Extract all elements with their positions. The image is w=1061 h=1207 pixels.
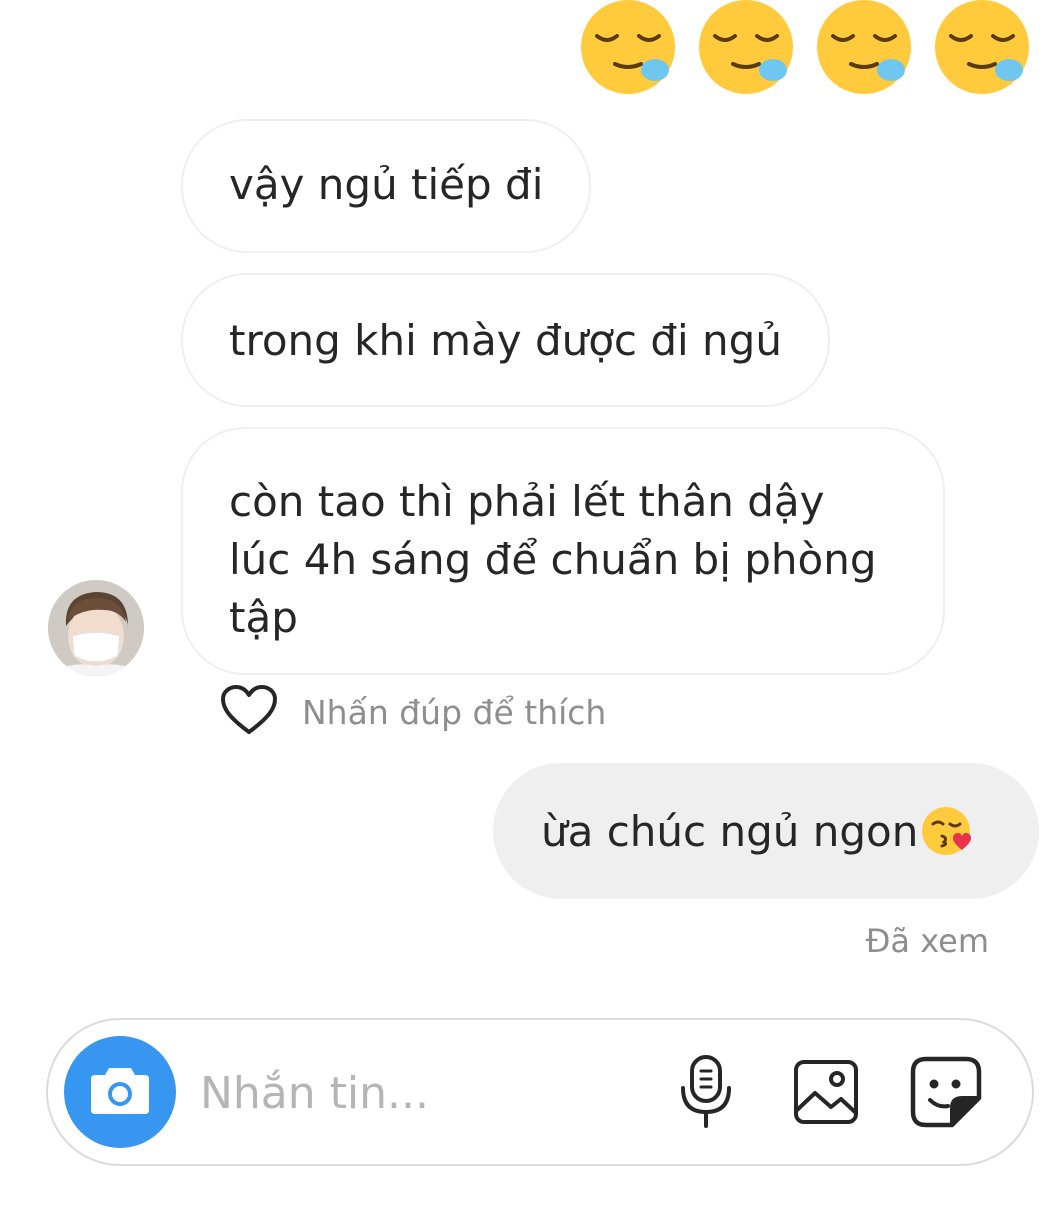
message-input[interactable] bbox=[198, 1056, 642, 1130]
sleepy-face-emoji[interactable] bbox=[933, 0, 1031, 94]
message-text: vậy ngủ tiếp đi bbox=[229, 160, 544, 209]
message-composer bbox=[46, 1018, 1034, 1166]
microphone-icon bbox=[678, 1054, 734, 1134]
camera-icon bbox=[89, 1064, 151, 1120]
message-text: trong khi mày được đi ngủ bbox=[229, 316, 782, 365]
incoming-message-bubble[interactable]: vậy ngủ tiếp đi bbox=[181, 119, 592, 253]
camera-button[interactable] bbox=[64, 1036, 176, 1148]
microphone-button[interactable] bbox=[668, 1054, 744, 1134]
sender-avatar[interactable] bbox=[48, 580, 144, 676]
sleepy-face-emoji[interactable] bbox=[815, 0, 913, 94]
sleepy-face-emoji[interactable] bbox=[697, 0, 795, 94]
message-text-line: tập bbox=[229, 593, 298, 642]
gallery-icon bbox=[793, 1059, 859, 1129]
incoming-message-bubble[interactable]: còn tao thì phải lết thân dậy lúc 4h sán… bbox=[181, 427, 945, 675]
heart-icon[interactable] bbox=[220, 684, 278, 740]
sleepy-face-emoji[interactable] bbox=[579, 0, 677, 94]
seen-status: Đã xem bbox=[865, 922, 989, 960]
gallery-button[interactable] bbox=[788, 1056, 864, 1132]
sticker-button[interactable] bbox=[908, 1056, 984, 1132]
like-hint-text: Nhấn đúp để thích bbox=[302, 692, 607, 732]
face-blowing-kiss-emoji bbox=[920, 804, 974, 858]
sleepy-emoji-row bbox=[579, 0, 1031, 94]
message-text: ừa chúc ngủ ngon bbox=[541, 806, 919, 856]
message-text-line: lúc 4h sáng để chuẩn bị phòng bbox=[229, 535, 877, 584]
double-tap-like-hint: Nhấn đúp để thích bbox=[220, 684, 606, 740]
sticker-icon bbox=[910, 1056, 982, 1132]
incoming-message-bubble[interactable]: trong khi mày được đi ngủ bbox=[181, 273, 830, 407]
outgoing-message-bubble[interactable]: ừa chúc ngủ ngon bbox=[493, 763, 1039, 899]
message-text-line: còn tao thì phải lết thân dậy bbox=[229, 477, 825, 526]
